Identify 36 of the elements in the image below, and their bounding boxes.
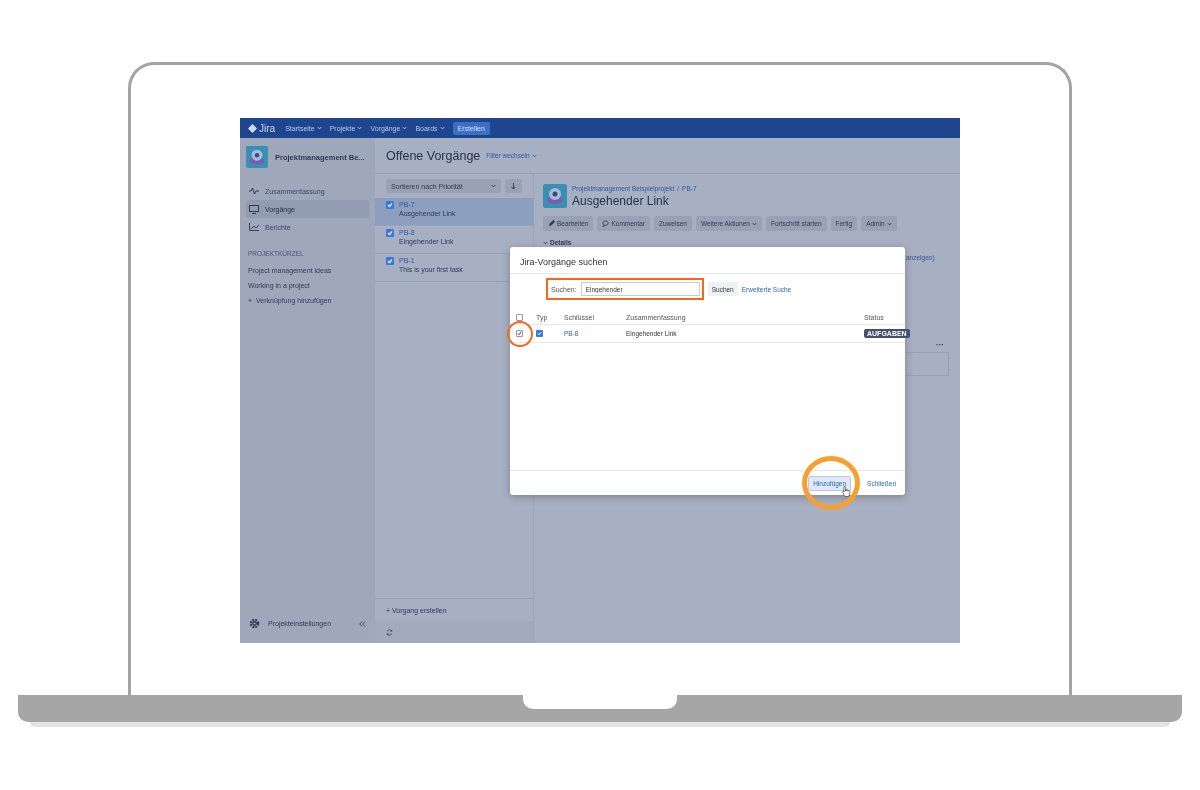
jira-logo[interactable]: Jira [248,122,276,134]
task-checkbox-icon [386,229,394,237]
filter-title: Offene Vorgänge [386,148,481,163]
chevron-down-icon [531,153,537,158]
chevron-down-icon [439,126,445,130]
row-checkbox[interactable] [516,330,523,337]
chevron-down-icon [543,240,548,245]
settings-icon [249,618,260,629]
task-checkbox-icon [536,330,543,337]
field-box [906,352,949,376]
chevron-down-icon [491,184,497,188]
jira-logo-icon [248,123,257,133]
task-checkbox-icon [386,257,394,265]
arrow-down-icon [511,182,517,190]
task-checkbox-icon [386,201,394,209]
refresh-icon[interactable] [386,628,393,636]
project-avatar-icon [543,184,567,208]
highlight-circle [507,321,533,347]
comment-icon [602,220,610,227]
dialog-title: Jira-Vorgänge suchen [510,247,905,274]
pencil-icon [548,220,555,227]
more-options[interactable]: ··· [936,340,944,349]
sort-order-button[interactable] [505,179,522,193]
chevron-down-icon [316,126,322,130]
issue-title: Ausgehender Link [572,193,670,208]
chevron-down-icon [402,126,408,130]
pulse-icon [249,187,259,195]
collapse-icon[interactable] [359,620,366,627]
chevron-down-icon [357,126,363,130]
chevron-down-icon [751,221,757,226]
select-all-checkbox[interactable] [516,313,523,321]
line-chart-icon [249,223,259,231]
chevron-down-icon [886,221,892,226]
highlight-circle [802,455,861,510]
monitor-icon [249,204,259,214]
project-avatar-icon [246,146,268,168]
